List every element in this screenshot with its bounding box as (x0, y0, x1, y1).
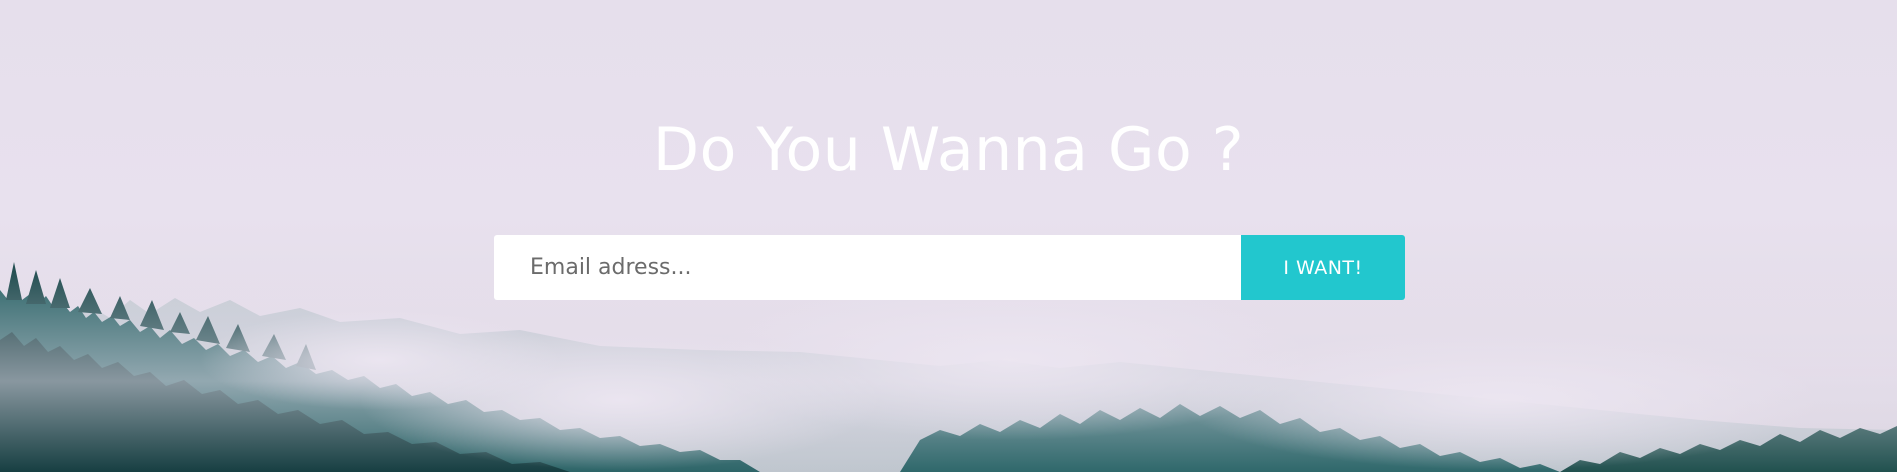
subscribe-form: I WANT! (494, 235, 1405, 300)
fog-cloud-4 (200, 310, 560, 410)
email-input[interactable] (494, 235, 1241, 300)
hero-headline: Do You Wanna Go ? (652, 115, 1245, 185)
fog-cloud-3 (1180, 330, 1820, 470)
i-want-button[interactable]: I WANT! (1241, 235, 1405, 300)
hero-section: Do You Wanna Go ? I WANT! (0, 0, 1897, 472)
